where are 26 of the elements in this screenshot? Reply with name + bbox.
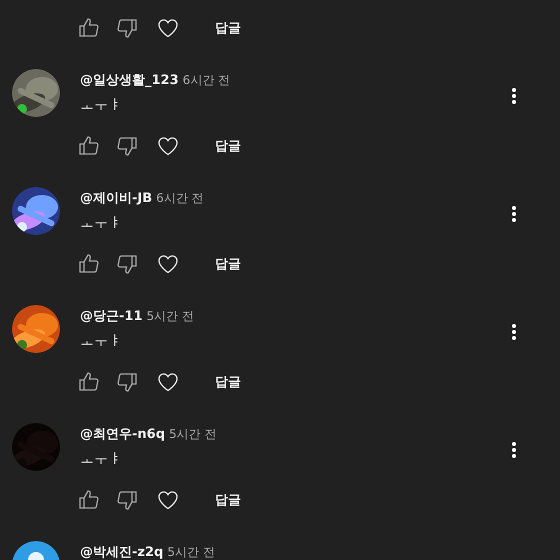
comment-text: ㅗㅜㅑ <box>80 214 122 233</box>
avatar[interactable] <box>12 69 60 117</box>
comment-time[interactable]: 5시간 전 <box>169 426 216 442</box>
comment-text: ㅗㅜㅑ <box>80 332 122 351</box>
author-name[interactable]: @일상생활_123 <box>80 71 179 89</box>
author-name[interactable]: @박세진-z2q <box>80 543 164 560</box>
comment-time[interactable]: 5시간 전 <box>167 544 215 560</box>
avatar[interactable] <box>12 305 60 353</box>
reply-button[interactable]: 답글 <box>205 246 251 282</box>
author-name[interactable]: @최연우-n6q <box>80 425 166 443</box>
more-icon <box>512 206 516 222</box>
comment-text: ㅗㅜㅑ <box>80 450 122 469</box>
comment-time[interactable]: 5시간 전 <box>146 308 194 324</box>
reply-button[interactable]: 답글 <box>205 482 251 518</box>
avatar[interactable] <box>12 187 60 235</box>
reply-button[interactable]: 답글 <box>205 128 251 164</box>
comment-text: ㅗㅜㅑ <box>80 96 122 115</box>
reply-button[interactable]: 답글 <box>205 364 251 400</box>
more-icon <box>512 442 516 458</box>
more-icon <box>512 324 516 340</box>
comment-time[interactable]: 6시간 전 <box>156 190 204 206</box>
author-name[interactable]: @당근-11 <box>80 307 142 325</box>
author-name[interactable]: @제이비-JB <box>80 189 152 207</box>
reply-button[interactable]: 답글 <box>205 10 251 46</box>
comment-time[interactable]: 6시간 전 <box>182 72 230 88</box>
more-icon <box>512 88 516 104</box>
